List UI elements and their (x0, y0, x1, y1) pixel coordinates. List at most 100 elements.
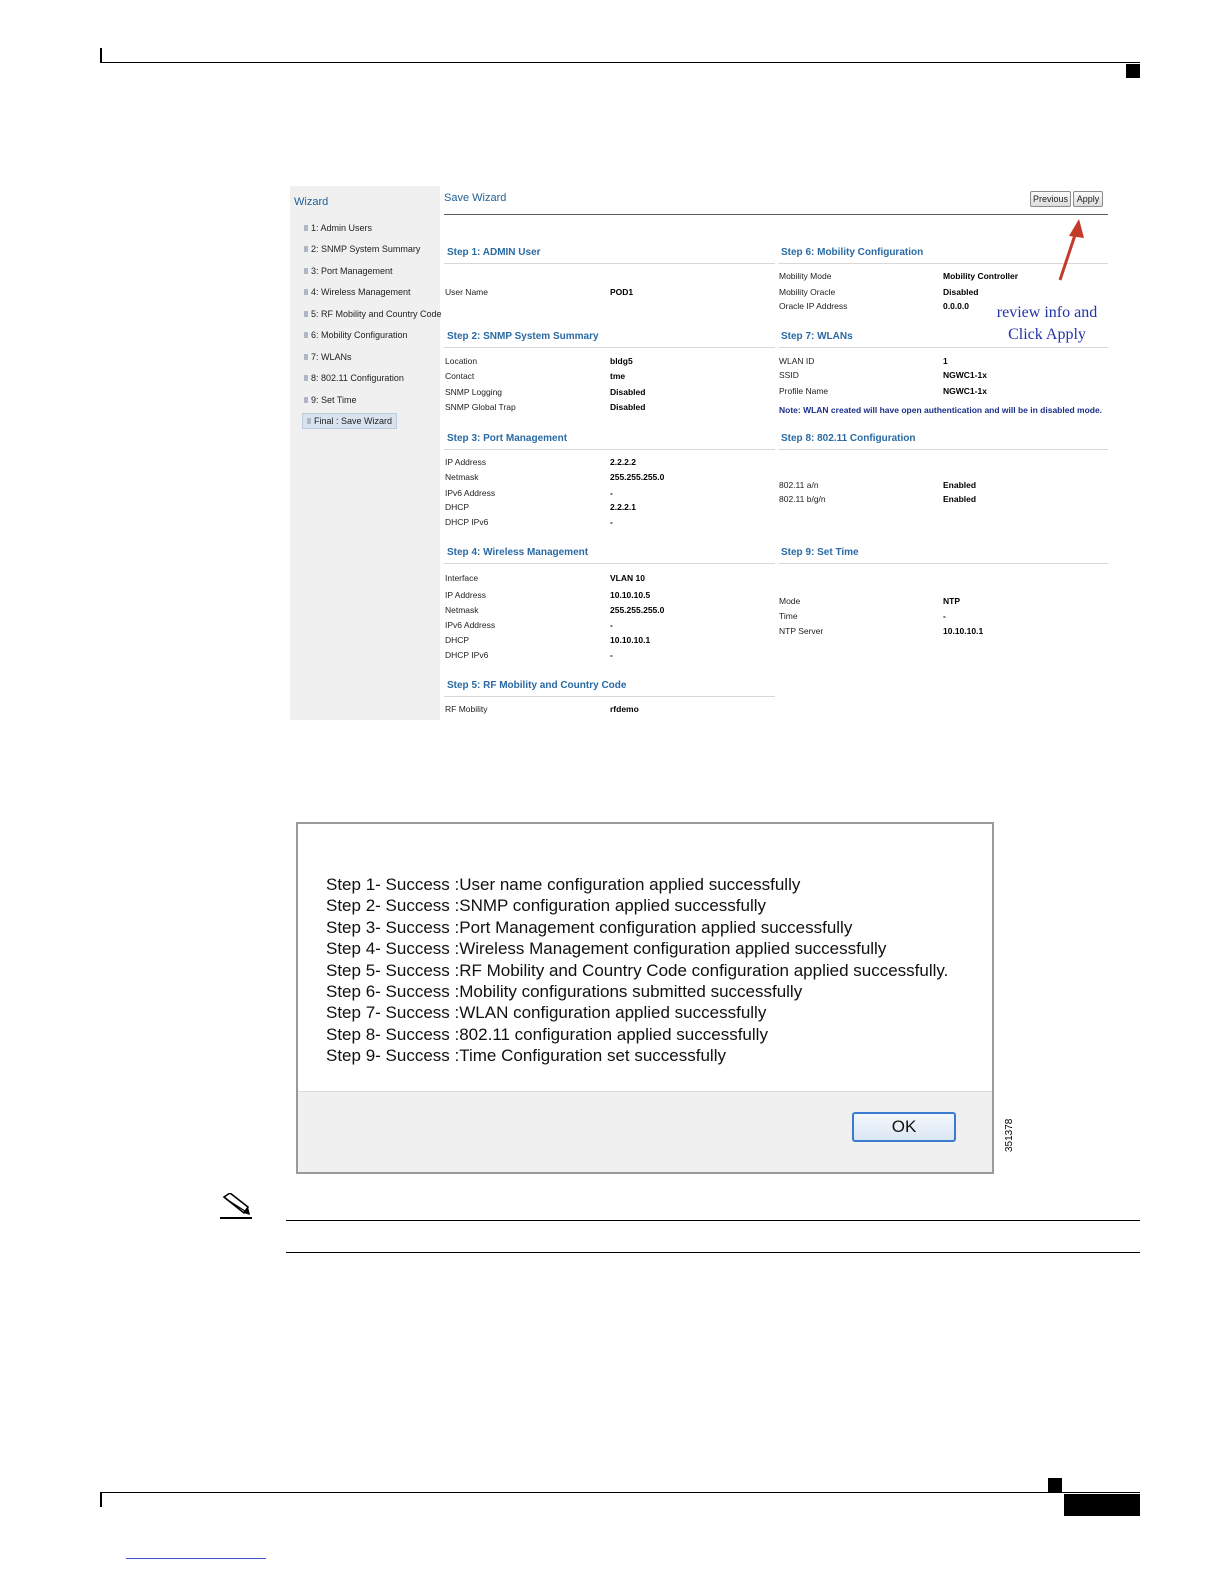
field-value: tme (610, 371, 626, 381)
field-label: Netmask (445, 605, 479, 615)
field-label: Mobility Mode (779, 271, 832, 281)
section-divider (444, 449, 775, 450)
success-line: Step 8- Success :802.11 configuration ap… (326, 1024, 768, 1044)
annotation-line-1: review info and (996, 304, 1098, 321)
section-divider (778, 347, 1108, 348)
sidebar-item-admin-users[interactable]: 1: Admin Users (304, 223, 372, 233)
field-label: Contact (445, 371, 475, 381)
apply-button[interactable]: Apply (1073, 191, 1103, 207)
bullet-icon (304, 246, 308, 252)
field-label: Location (445, 356, 478, 366)
field-label: RF Mobility (445, 704, 488, 714)
field-label: IP Address (445, 457, 486, 467)
section-title-snmp: Step 2: SNMP System Summary (447, 331, 599, 342)
sidebar-item-80211[interactable]: 8: 802.11 Configuration (304, 373, 404, 383)
header-tick (100, 48, 102, 63)
field-value: NGWC1-1x (943, 386, 987, 396)
save-wizard-screenshot: Wizard 1: Admin Users 2: SNMP System Sum… (290, 186, 1110, 720)
field-label: Netmask (445, 472, 479, 482)
sidebar-item-mobility-config[interactable]: 6: Mobility Configuration (304, 330, 408, 340)
section-divider (444, 347, 775, 348)
field-label: User Name (445, 287, 488, 297)
field-label: Interface (445, 573, 479, 583)
field-value: Enabled (943, 480, 977, 490)
field-value: 10.10.10.1 (610, 635, 651, 645)
field-label: Mobility Oracle (779, 287, 836, 297)
success-line: Step 7- Success :WLAN configuration appl… (326, 1003, 767, 1023)
section-title-rf-mobility: Step 5: RF Mobility and Country Code (447, 680, 627, 691)
field-value: NTP (943, 596, 960, 606)
bullet-icon (304, 375, 308, 381)
field-label: DHCP (445, 502, 470, 512)
field-value: - (610, 488, 613, 498)
annotation-line-2: Click Apply (1008, 326, 1086, 343)
field-value: 1 (943, 356, 948, 366)
field-value: Enabled (943, 494, 977, 504)
title-divider (444, 214, 1108, 215)
section-divider (444, 696, 775, 697)
footer-marker (1048, 1478, 1062, 1492)
section-title-set-time: Step 9: Set Time (781, 547, 859, 558)
field-value: rfdemo (610, 704, 639, 714)
sidebar-title: Wizard (294, 196, 329, 208)
field-label: DHCP (445, 635, 470, 645)
note-rule-bottom (286, 1252, 1140, 1253)
bullet-icon (304, 225, 308, 231)
section-divider (444, 563, 775, 564)
field-value: Disabled (610, 402, 646, 412)
field-label: Profile Name (779, 386, 829, 396)
sidebar-item-wlans[interactable]: 7: WLANs (304, 352, 352, 362)
annotation-arrow-icon (1058, 219, 1084, 281)
section-divider (778, 563, 1108, 564)
bullet-icon (304, 289, 308, 295)
sidebar-item-port-management[interactable]: 3: Port Management (304, 266, 393, 276)
section-title-wlans: Step 7: WLANs (781, 331, 853, 342)
field-value: VLAN 10 (610, 573, 645, 583)
wlan-note: Note: WLAN created will have open authen… (779, 405, 1103, 415)
field-value: 2.2.2.2 (610, 457, 636, 467)
section-divider (778, 449, 1108, 450)
wizard-sidebar: Wizard 1: Admin Users 2: SNMP System Sum… (290, 186, 442, 720)
field-label: IPv6 Address (445, 488, 496, 498)
footer-link-underline (126, 1558, 266, 1559)
field-value: 0.0.0.0 (943, 301, 969, 311)
success-line: Step 3- Success :Port Management configu… (326, 917, 853, 937)
success-line: Step 5- Success :RF Mobility and Country… (326, 960, 949, 980)
footer-tick (100, 1492, 102, 1507)
sidebar-item-wireless-management[interactable]: 4: Wireless Management (304, 287, 411, 297)
field-label: SSID (779, 370, 799, 380)
previous-button[interactable]: Previous (1030, 191, 1071, 207)
field-label: SNMP Logging (445, 387, 503, 397)
note-rule-top (286, 1220, 1140, 1221)
section-title-80211: Step 8: 802.11 Configuration (781, 433, 916, 444)
success-dialog: Step 1- Success :User name configuration… (296, 822, 994, 1174)
field-label: IPv6 Address (445, 620, 496, 630)
field-label: 802.11 a/n (779, 480, 819, 490)
section-title-mobility-config: Step 6: Mobility Configuration (781, 247, 924, 258)
field-label: NTP Server (779, 626, 824, 636)
sidebar-item-save-wizard[interactable]: Final : Save Wizard (302, 413, 398, 429)
section-title-admin-user: Step 1: ADMIN User (447, 247, 541, 258)
field-label: Oracle IP Address (779, 301, 848, 311)
field-label: IP Address (445, 590, 486, 600)
success-line: Step 9- Success :Time Configuration set … (326, 1046, 726, 1066)
field-label: SNMP Global Trap (445, 402, 516, 412)
header-marker (1126, 64, 1140, 78)
annotation-text: review info and Click Apply (992, 302, 1102, 346)
sidebar-item-snmp[interactable]: 2: SNMP System Summary (304, 244, 420, 254)
figure-id: 351378 (1004, 1118, 1015, 1152)
sidebar-item-rf-mobility[interactable]: 5: RF Mobility and Country Code (304, 309, 442, 319)
success-line: Step 2- Success :SNMP configuration appl… (326, 896, 767, 916)
section-title-port-management: Step 3: Port Management (447, 433, 568, 444)
field-value: Mobility Controller (943, 271, 1019, 281)
bullet-icon (307, 418, 311, 424)
ok-button[interactable]: OK (852, 1112, 956, 1142)
field-label: WLAN ID (779, 356, 815, 366)
field-label: Mode (779, 596, 801, 606)
field-value: POD1 (610, 287, 634, 297)
field-value: 10.10.10.5 (610, 590, 651, 600)
sidebar-item-set-time[interactable]: 9: Set Time (304, 395, 357, 405)
field-value: - (610, 650, 613, 660)
success-messages: Step 1- Success :User name configuration… (326, 874, 948, 1067)
field-value: - (610, 620, 613, 630)
